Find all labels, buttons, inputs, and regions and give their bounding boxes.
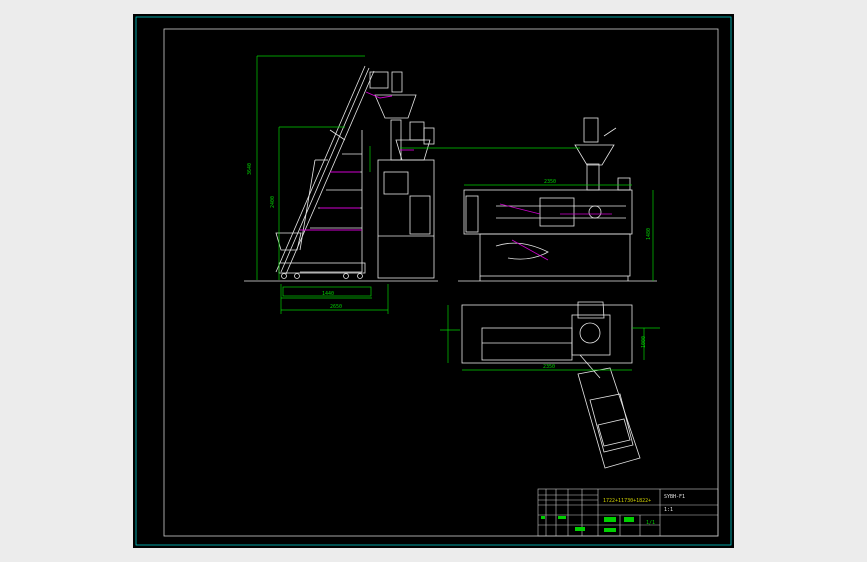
drawing-ratio: 1:1 — [664, 507, 673, 513]
dim-label-width: 2350 — [544, 179, 556, 185]
dim-label-total: 3640 — [247, 163, 253, 175]
small-note: 1/1 — [646, 520, 655, 526]
tb-mark-3 — [604, 517, 616, 522]
cad-viewport[interactable]: 3640 2400 1440 2650 2350 1480 2350 1000 … — [0, 0, 867, 562]
tb-mark-1 — [541, 516, 545, 519]
drawing-number: SYBH-F1 — [664, 494, 685, 500]
dim-label-base-total: 2650 — [330, 304, 342, 310]
dim-label-plan-width: 2350 — [543, 364, 555, 370]
tb-mark-6 — [604, 528, 616, 532]
dim-label-mid: 2400 — [270, 196, 276, 208]
dim-label-height: 1480 — [646, 228, 652, 240]
tb-mark-5 — [575, 527, 585, 531]
cad-drawing-canvas: 3640 2400 1440 2650 2350 1480 2350 1000 … — [133, 14, 734, 548]
part-codes: 1722+11730+1822+ — [603, 498, 651, 504]
tb-mark-4 — [624, 517, 634, 522]
tb-mark-2 — [558, 516, 566, 519]
dim-label-base-inner: 1440 — [322, 291, 334, 297]
dim-label-plan-height: 1000 — [641, 336, 647, 348]
